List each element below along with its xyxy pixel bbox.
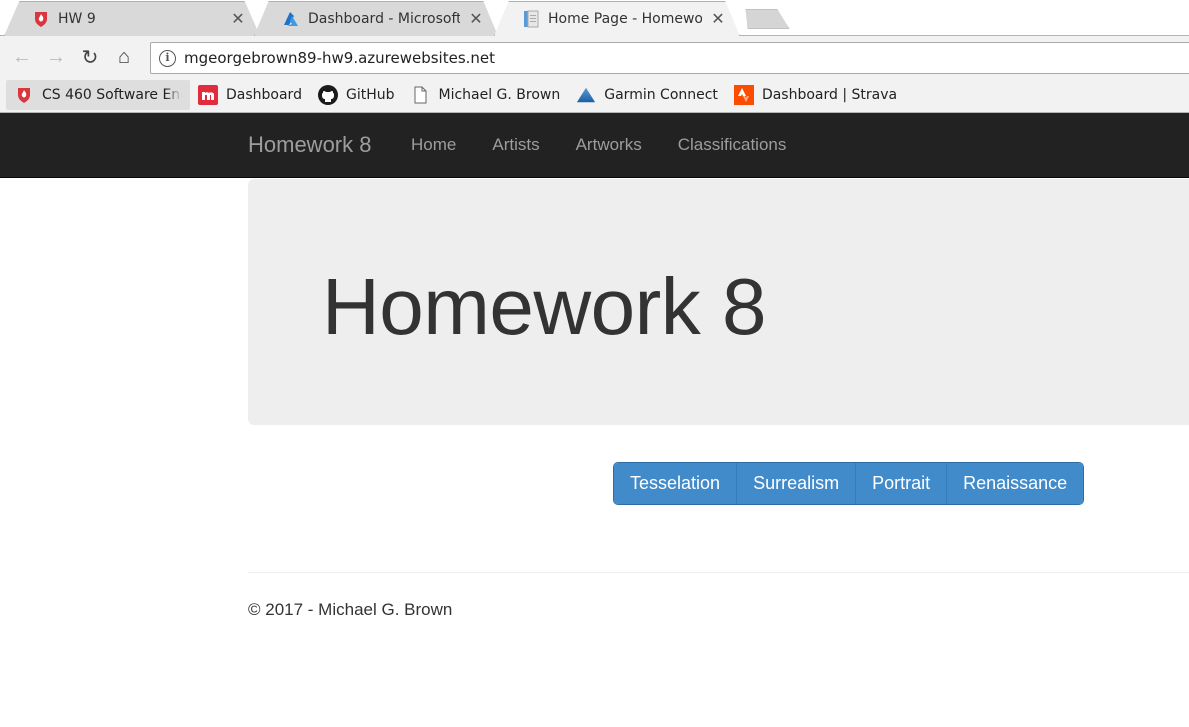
close-tab-icon[interactable]: ✕ xyxy=(710,9,726,28)
home-icon[interactable]: ⌂ xyxy=(107,40,141,74)
close-tab-icon[interactable]: ✕ xyxy=(230,9,246,28)
browser-toolbar: ← → ↻ ⌂ i mgeorgebrown89-hw9.azurewebsit… xyxy=(0,36,1189,78)
page-title: Homework 8 xyxy=(322,262,767,351)
nav-link-artworks[interactable]: Artworks xyxy=(558,113,660,177)
genre-button-renaissance[interactable]: Renaissance xyxy=(946,463,1084,504)
genre-button-tesselation[interactable]: Tesselation xyxy=(614,463,737,504)
browser-tab-home-page[interactable]: Home Page - Homework ✕ xyxy=(494,1,740,36)
nav-link-artists[interactable]: Artists xyxy=(474,113,557,177)
close-tab-icon[interactable]: ✕ xyxy=(468,9,484,28)
document-page-icon xyxy=(522,10,540,28)
bookmark-moodle-dashboard[interactable]: Dashboard xyxy=(190,80,310,110)
navbar-brand[interactable]: Homework 8 xyxy=(248,132,371,158)
bookmark-garmin-connect[interactable]: Garmin Connect xyxy=(568,80,726,110)
university-shield-icon xyxy=(14,85,34,105)
footer-divider xyxy=(248,572,1189,573)
browser-tab-azure-dashboard[interactable]: Dashboard - Microsoft A ✕ xyxy=(254,1,498,36)
nav-link-classifications[interactable]: Classifications xyxy=(660,113,805,177)
address-bar[interactable]: i mgeorgebrown89-hw9.azurewebsites.net xyxy=(150,42,1189,74)
genre-button-surrealism[interactable]: Surrealism xyxy=(736,463,856,504)
blank-page-icon xyxy=(410,85,430,105)
tab-title: HW 9 xyxy=(58,10,96,27)
browser-tab-hw9[interactable]: HW 9 ✕ xyxy=(4,1,260,36)
bookmark-strava[interactable]: Dashboard | Strava xyxy=(726,80,905,110)
reload-icon[interactable]: ↻ xyxy=(73,40,107,74)
back-arrow-icon[interactable]: ← xyxy=(5,40,39,74)
tab-title: Home Page - Homework xyxy=(548,10,702,27)
navbar-links: Home Artists Artworks Classifications xyxy=(393,113,804,177)
strava-icon xyxy=(733,85,754,105)
github-icon xyxy=(317,85,338,105)
bookmark-michael-g-brown[interactable]: Michael G. Brown xyxy=(402,80,568,110)
bookmark-cs460[interactable]: CS 460 Software Engi xyxy=(6,80,190,110)
genre-button-portrait[interactable]: Portrait xyxy=(855,463,947,504)
azure-icon xyxy=(282,10,300,28)
moodle-icon xyxy=(198,85,218,105)
forward-arrow-icon[interactable]: → xyxy=(39,40,73,74)
university-shield-icon xyxy=(32,10,50,28)
jumbotron: Homework 8 xyxy=(248,179,1189,425)
bookmarks-bar: CS 460 Software Engi Dashboard GitHub Mi… xyxy=(0,78,1189,113)
garmin-triangle-icon xyxy=(576,85,596,105)
browser-tab-strip: HW 9 ✕ Dashboard - Microsoft A ✕ Home Pa… xyxy=(0,0,1189,36)
tab-title: Dashboard - Microsoft A xyxy=(308,10,460,27)
site-info-icon[interactable]: i xyxy=(159,49,176,67)
genre-button-group: Tesselation Surrealism Portrait Renaissa… xyxy=(613,462,1085,505)
footer-copyright: © 2017 - Michael G. Brown xyxy=(248,600,453,619)
bookmark-github[interactable]: GitHub xyxy=(310,80,403,110)
site-navbar: Homework 8 Home Artists Artworks Classif… xyxy=(0,113,1189,178)
new-tab-button[interactable] xyxy=(740,9,789,29)
address-text: mgeorgebrown89-hw9.azurewebsites.net xyxy=(184,49,496,67)
nav-link-home[interactable]: Home xyxy=(393,113,474,177)
